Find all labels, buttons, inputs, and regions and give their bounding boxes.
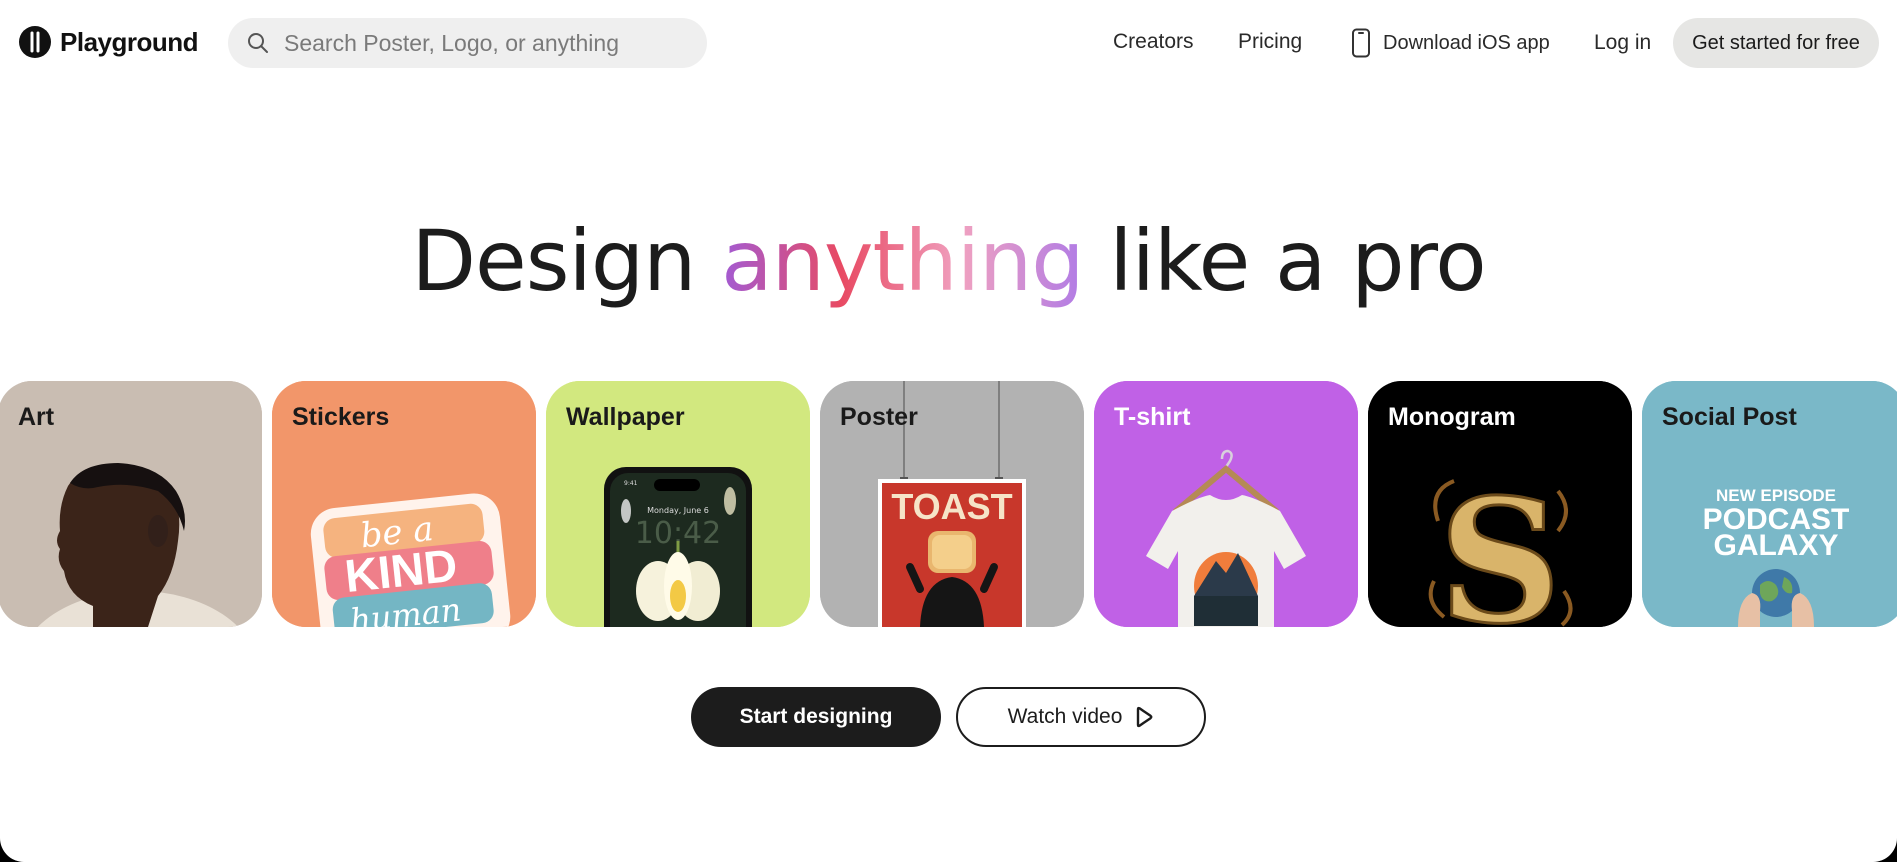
hero-title-highlight: anything — [721, 212, 1084, 310]
nav-pricing[interactable]: Pricing — [1238, 30, 1302, 54]
card-label-art: Art — [18, 403, 55, 431]
brand-name: Playground — [60, 26, 199, 57]
category-card-tshirt[interactable]: T-shirt — [1094, 381, 1358, 627]
search-input[interactable] — [282, 28, 686, 58]
category-card-art[interactable]: Art — [0, 381, 262, 627]
social-art-line-3: GALAXY — [1713, 529, 1838, 562]
download-ios-link[interactable]: Download iOS app — [1350, 28, 1550, 58]
monogram-art-letter: S — [1439, 462, 1562, 627]
start-designing-button[interactable]: Start designing — [691, 687, 941, 747]
card-label-monogram: Monogram — [1388, 403, 1516, 431]
brand-logo[interactable]: Playground — [18, 25, 199, 59]
search-icon — [248, 33, 268, 53]
card-label-poster: Poster — [840, 403, 918, 431]
card-label-social-post: Social Post — [1662, 403, 1797, 431]
playground-logo-icon — [19, 26, 51, 58]
play-icon — [1137, 706, 1153, 728]
watch-video-button[interactable]: Watch video — [956, 687, 1206, 747]
category-card-wallpaper[interactable]: 9:41 Monday, June 6 10:42 Wallpaper — [546, 381, 810, 627]
hero-title-after: like a pro — [1083, 212, 1486, 310]
phone-date: Monday, June 6 — [647, 506, 709, 515]
category-card-monogram[interactable]: S Monogram — [1368, 381, 1632, 627]
search-bar[interactable] — [228, 18, 707, 68]
category-card-poster[interactable]: TOAST Poster — [820, 381, 1084, 627]
card-label-stickers: Stickers — [292, 403, 390, 431]
download-ios-label: Download iOS app — [1383, 31, 1550, 54]
card-label-tshirt: T-shirt — [1114, 403, 1191, 431]
nav-creators[interactable]: Creators — [1113, 30, 1194, 54]
category-card-stickers[interactable]: be a KIND human Stickers — [272, 381, 536, 627]
hero-title: Design anything like a pro — [0, 212, 1897, 310]
card-label-wallpaper: Wallpaper — [566, 403, 685, 431]
phone-icon — [1352, 28, 1370, 58]
phone-status-time: 9:41 — [624, 480, 638, 487]
watch-video-label: Watch video — [1007, 705, 1123, 728]
page: Playground Creators Pricing Download iOS… — [0, 0, 1897, 862]
category-card-social-post[interactable]: NEW EPISODE PODCAST GALAXY Social Post — [1642, 381, 1897, 627]
hero-title-before: Design — [411, 212, 722, 310]
poster-art-text: TOAST — [891, 486, 1012, 527]
login-link[interactable]: Log in — [1594, 31, 1651, 55]
get-started-button[interactable]: Get started for free — [1673, 18, 1879, 68]
